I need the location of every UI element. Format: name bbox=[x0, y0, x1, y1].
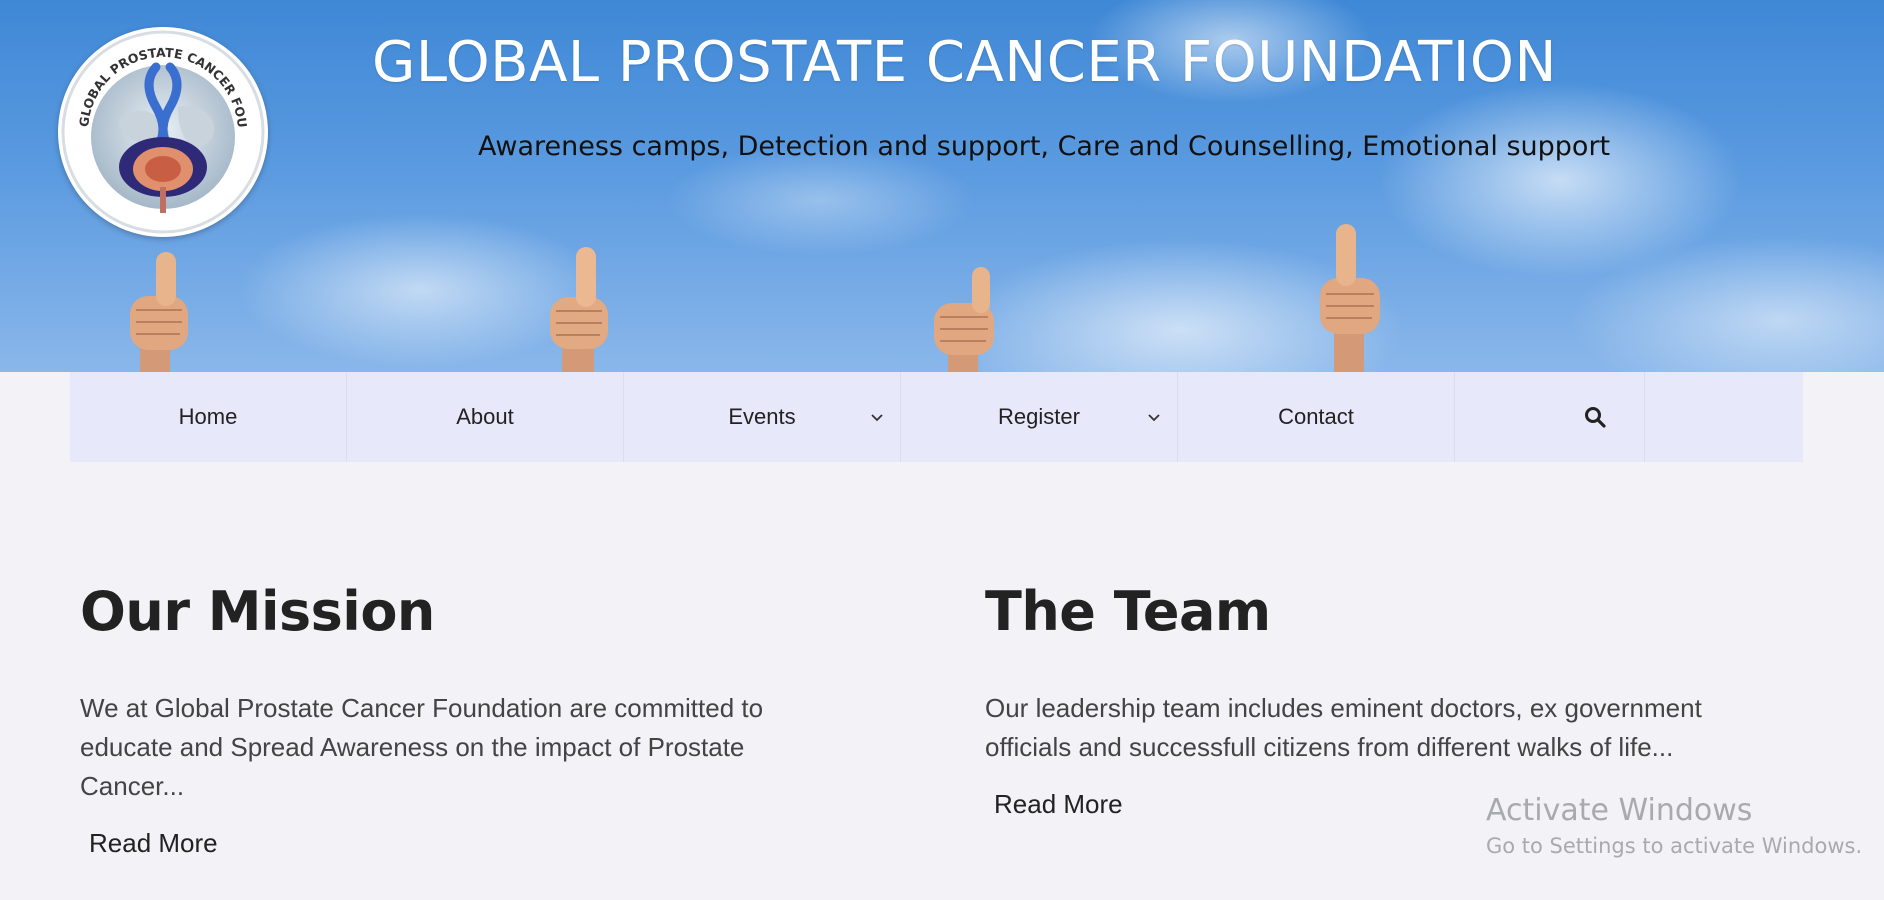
site-title[interactable]: GLOBAL PROSTATE CANCER FOUNDATION bbox=[372, 30, 1557, 95]
windows-activation-watermark: Activate Windows Go to Settings to activ… bbox=[1486, 793, 1862, 858]
mission-text: We at Global Prostate Cancer Foundation … bbox=[80, 693, 764, 801]
watermark-subtitle: Go to Settings to activate Windows. bbox=[1486, 834, 1863, 858]
chevron-down-icon[interactable] bbox=[1147, 412, 1161, 422]
mission-read-more-link[interactable]: Read More bbox=[89, 828, 218, 859]
nav-about-label: About bbox=[456, 404, 514, 429]
nav-home[interactable]: Home bbox=[70, 372, 347, 462]
nav-events[interactable]: Events bbox=[624, 372, 901, 462]
mission-section: Our Mission We at Global Prostate Cancer… bbox=[80, 580, 800, 859]
nav-register[interactable]: Register bbox=[901, 372, 1178, 462]
watermark-title: Activate Windows bbox=[1486, 793, 1753, 828]
header-banner: GLOBAL PROSTATE CANCER FOUNDATION GLOBAL… bbox=[0, 0, 1884, 372]
main-navigation: Home About Events Register Contact bbox=[70, 372, 1803, 462]
team-text: Our leadership team includes eminent doc… bbox=[985, 693, 1702, 762]
thumbs-up-image bbox=[928, 265, 1002, 372]
mission-heading: Our Mission bbox=[80, 580, 435, 643]
site-tagline: Awareness camps, Detection and support, … bbox=[478, 131, 1611, 162]
chevron-down-icon[interactable] bbox=[870, 412, 884, 422]
team-heading: The Team bbox=[985, 580, 1271, 643]
nav-register-label: Register bbox=[998, 404, 1080, 429]
nav-contact-label: Contact bbox=[1278, 404, 1354, 429]
thumbs-up-image bbox=[546, 245, 614, 372]
thumbs-up-image bbox=[122, 248, 194, 372]
search-button[interactable] bbox=[1455, 372, 1645, 462]
nav-events-label: Events bbox=[728, 404, 796, 429]
nav-contact[interactable]: Contact bbox=[1178, 372, 1455, 462]
nav-about[interactable]: About bbox=[347, 372, 624, 462]
logo-emblem-icon: GLOBAL PROSTATE CANCER FOUNDATION bbox=[58, 27, 265, 234]
team-section: The Team Our leadership team includes em… bbox=[985, 580, 1745, 820]
thumbs-up-image bbox=[1316, 222, 1384, 372]
team-read-more-link[interactable]: Read More bbox=[994, 789, 1123, 820]
foundation-logo[interactable]: GLOBAL PROSTATE CANCER FOUNDATION bbox=[58, 27, 268, 237]
search-icon bbox=[1584, 407, 1606, 428]
nav-home-label: Home bbox=[178, 404, 238, 429]
